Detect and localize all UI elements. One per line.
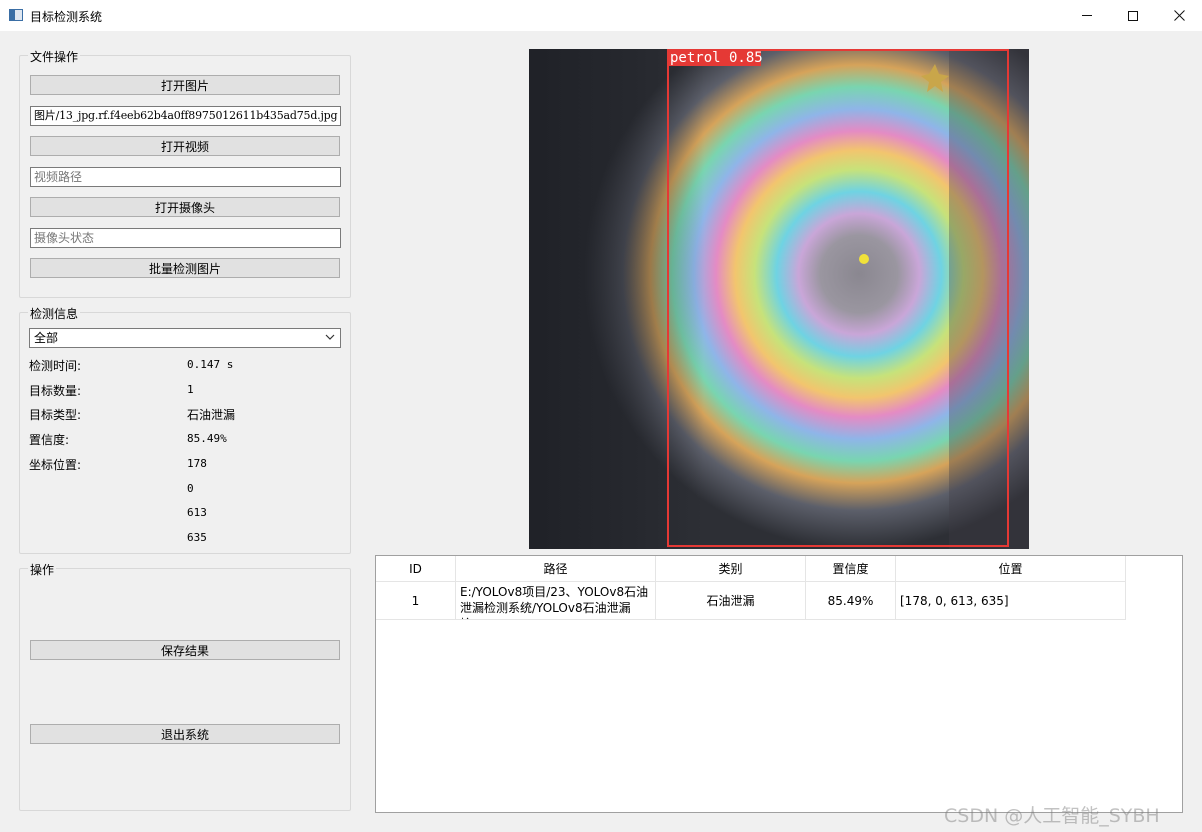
save-result-button[interactable]: 保存结果 — [30, 640, 340, 660]
detect-info-title: 检测信息 — [28, 305, 81, 322]
confidence-value: 85.49% — [187, 432, 227, 445]
exit-system-button[interactable]: 退出系统 — [30, 724, 340, 744]
oil-spill-photo — [529, 49, 1029, 549]
detect-time-value: 0.147 s — [187, 358, 234, 371]
open-video-button[interactable]: 打开视频 — [30, 136, 340, 156]
open-image-button[interactable]: 打开图片 — [30, 75, 340, 95]
ops-group: 操作 — [19, 561, 351, 811]
target-count-label: 目标数量: — [29, 384, 82, 398]
results-table[interactable]: ID 路径 类别 置信度 位置 1 E:/YOLOv8项目/23、YOLOv8石… — [375, 555, 1183, 813]
coordinate-xmax: 613 — [187, 506, 207, 519]
target-type-label: 目标类型: — [29, 408, 82, 422]
coordinate-ymin: 0 — [187, 482, 194, 495]
file-ops-title: 文件操作 — [28, 48, 81, 65]
target-filter-value: 全部 — [34, 331, 59, 345]
target-count-value: 1 — [187, 383, 194, 396]
image-path-input[interactable]: 图片/13_jpg.rf.f4eeb62b4a0ff8975012611b435… — [30, 106, 341, 126]
close-button[interactable] — [1156, 0, 1202, 31]
confidence-label: 置信度: — [29, 433, 70, 447]
row-1-path[interactable]: E:/YOLOv8项目/23、YOLOv8石油泄漏检测系统/YOLOv8石油泄漏… — [456, 582, 656, 620]
minimize-button[interactable] — [1064, 0, 1110, 31]
close-icon — [1173, 10, 1185, 21]
maximize-button[interactable] — [1110, 0, 1156, 31]
coordinate-ymax: 635 — [187, 531, 207, 544]
camera-status-input[interactable]: 摄像头状态 — [30, 228, 341, 248]
minimize-icon — [1082, 15, 1092, 16]
yellow-object-icon — [859, 254, 869, 264]
open-camera-button[interactable]: 打开摄像头 — [30, 197, 340, 217]
header-position[interactable]: 位置 — [896, 556, 1126, 582]
app-icon — [9, 9, 23, 21]
header-category[interactable]: 类别 — [656, 556, 806, 582]
title-bar: 目标检测系统 — [0, 0, 1202, 31]
detection-box-label: petrol 0.85 — [670, 50, 763, 66]
header-confidence[interactable]: 置信度 — [806, 556, 896, 582]
target-filter-select[interactable]: 全部 — [29, 328, 341, 348]
chevron-down-icon — [325, 334, 335, 340]
detect-time-label: 检测时间: — [29, 359, 82, 373]
ops-title: 操作 — [28, 561, 57, 578]
header-id[interactable]: ID — [376, 556, 456, 582]
watermark: CSDN @人工智能_SYBH — [944, 805, 1160, 827]
coordinate-xmin: 178 — [187, 457, 207, 470]
row-1-id[interactable]: 1 — [376, 582, 456, 620]
video-path-input[interactable]: 视频路径 — [30, 167, 341, 187]
detection-image: petrol 0.85 — [529, 49, 1029, 549]
window-title: 目标检测系统 — [30, 10, 103, 24]
row-1-confidence[interactable]: 85.49% — [806, 582, 896, 620]
batch-detect-button[interactable]: 批量检测图片 — [30, 258, 340, 278]
row-1-position[interactable]: [178, 0, 613, 635] — [896, 582, 1126, 620]
row-1-category[interactable]: 石油泄漏 — [656, 582, 806, 620]
coordinate-label: 坐标位置: — [29, 458, 82, 472]
target-type-value: 石油泄漏 — [187, 408, 236, 422]
header-path[interactable]: 路径 — [456, 556, 656, 582]
maximize-icon — [1128, 10, 1138, 21]
